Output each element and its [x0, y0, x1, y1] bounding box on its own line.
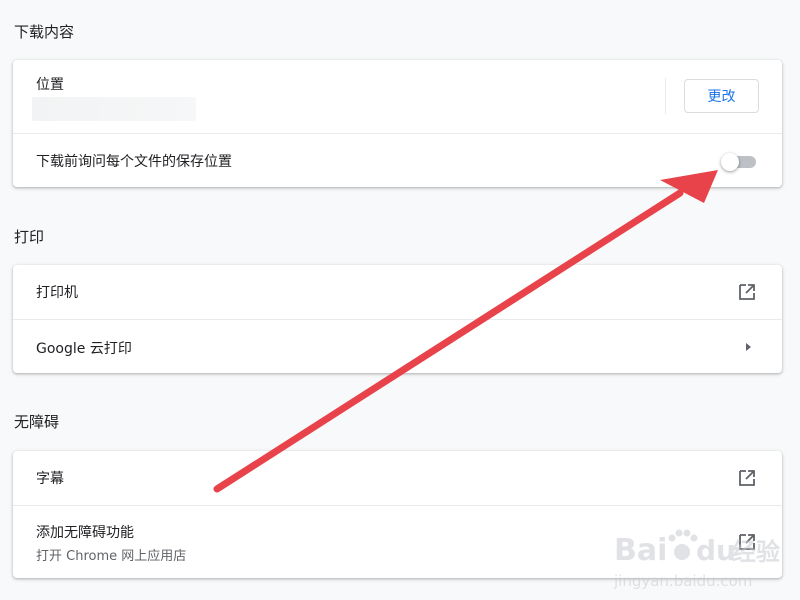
- captions-label: 字幕: [36, 471, 64, 487]
- open-in-new-icon[interactable]: [737, 532, 757, 552]
- printing-section-title: 打印: [14, 228, 45, 246]
- toggle-knob: [721, 153, 739, 171]
- change-location-button[interactable]: 更改: [684, 79, 759, 113]
- ask-where-to-save-toggle[interactable]: [721, 153, 757, 171]
- add-features-label: 添加无障碍功能: [36, 525, 134, 541]
- ask-where-to-save-label: 下载前询问每个文件的保存位置: [36, 154, 232, 170]
- add-accessibility-features-row[interactable]: 添加无障碍功能 打开 Chrome 网上应用店: [13, 505, 782, 578]
- captions-row[interactable]: 字幕: [13, 451, 782, 505]
- downloads-section-title: 下载内容: [14, 23, 75, 41]
- ask-where-to-save-row[interactable]: 下载前询问每个文件的保存位置: [13, 133, 782, 187]
- location-label: 位置: [36, 77, 64, 93]
- row-separator: [665, 78, 666, 114]
- printing-card: 打印机 Google 云打印: [13, 265, 782, 373]
- accessibility-card: 字幕 添加无障碍功能 打开 Chrome 网上应用店: [13, 451, 782, 578]
- cloud-print-label: Google 云打印: [36, 341, 132, 357]
- downloads-card: 位置 更改 下载前询问每个文件的保存位置: [13, 60, 782, 187]
- download-location-row: 位置 更改: [13, 60, 782, 133]
- printers-row[interactable]: 打印机: [13, 265, 782, 319]
- open-in-new-icon[interactable]: [737, 282, 757, 302]
- location-path-value: [32, 97, 196, 121]
- cloud-print-row[interactable]: Google 云打印: [13, 319, 782, 373]
- printers-label: 打印机: [36, 285, 78, 301]
- accessibility-section-title: 无障碍: [14, 413, 60, 431]
- add-features-sublabel: 打开 Chrome 网上应用店: [36, 549, 187, 564]
- arrow-right-icon[interactable]: [744, 342, 752, 352]
- open-in-new-icon[interactable]: [737, 468, 757, 488]
